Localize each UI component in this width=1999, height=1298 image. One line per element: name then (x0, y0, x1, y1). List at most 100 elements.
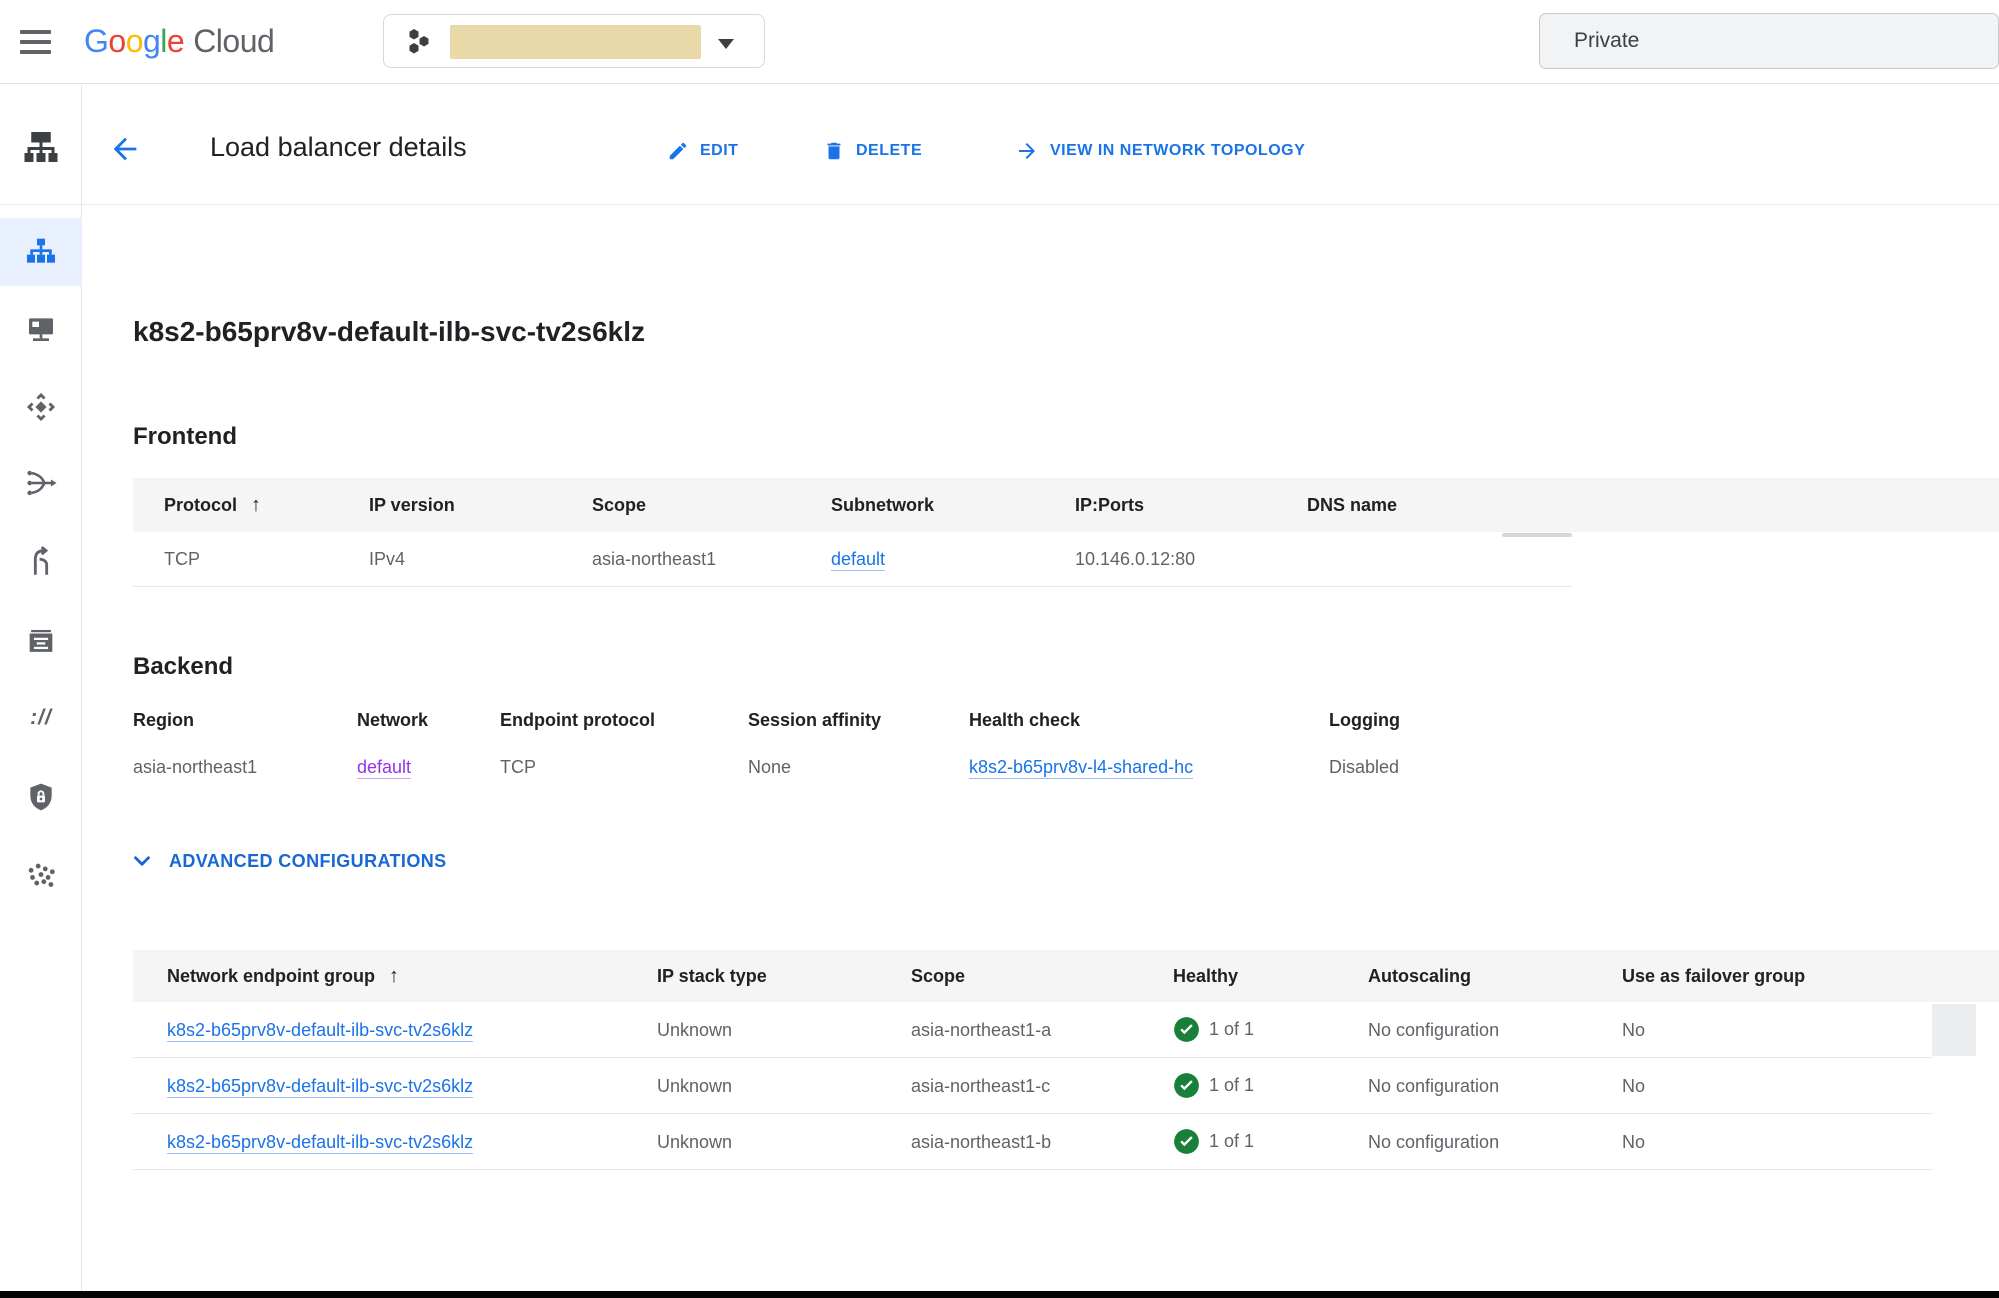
column-subnetwork[interactable]: Subnetwork (831, 478, 934, 532)
network-link-text[interactable]: default (357, 757, 411, 779)
load-balancing-icon[interactable] (0, 234, 82, 270)
page-toolbar: Load balancer details EDIT DELETE VIEW I… (83, 85, 1999, 204)
neg-table-row: k8s2-b65prv8v-default-ilb-svc-tv2s6klz U… (133, 1002, 1933, 1058)
backend-session-affinity-value: None (748, 757, 791, 778)
edit-button[interactable]: EDIT (667, 137, 738, 165)
column-ip-stack-type[interactable]: IP stack type (657, 950, 767, 1002)
cloud-domains-icon[interactable]: :// (0, 700, 82, 736)
menu-icon[interactable] (20, 30, 52, 54)
backend-logging-label: Logging (1329, 710, 1400, 731)
column-healthy[interactable]: Healthy (1173, 950, 1238, 1002)
delete-button[interactable]: DELETE (823, 137, 922, 165)
column-autoscaling[interactable]: Autoscaling (1368, 950, 1471, 1002)
neg-ip-stack: Unknown (657, 1114, 732, 1170)
frontend-subnetwork-link[interactable]: default (831, 532, 885, 587)
neg-failover: No (1622, 1058, 1645, 1114)
logo-cloud-text: Cloud (193, 23, 274, 59)
private-label: Private (1574, 14, 1639, 68)
resource-name: k8s2-b65prv8v-default-ilb-svc-tv2s6klz (133, 316, 645, 348)
column-failover[interactable]: Use as failover group (1622, 950, 1805, 1002)
neg-table-row: k8s2-b65prv8v-default-ilb-svc-tv2s6klz U… (133, 1114, 1933, 1170)
neg-link-text[interactable]: k8s2-b65prv8v-default-ilb-svc-tv2s6klz (167, 1076, 473, 1098)
trash-icon (823, 140, 845, 162)
cloud-cdn-icon[interactable] (0, 389, 82, 425)
healthy-check-icon (1173, 1128, 1200, 1155)
cloud-dns-icon[interactable] (0, 311, 82, 347)
healthy-count: 1 of 1 (1209, 1131, 1254, 1152)
frontend-table-header: Protocol↑ IP version Scope Subnetwork IP… (133, 478, 1999, 532)
sort-ascending-icon: ↑ (389, 965, 399, 987)
gcp-console-window: GoogleCloud Private (0, 0, 1999, 1298)
service-directory-icon[interactable] (0, 624, 82, 660)
network-services-product-icon (0, 129, 82, 165)
neg-healthy: 1 of 1 (1173, 1114, 1254, 1169)
backend-logging-value: Disabled (1329, 757, 1399, 778)
view-topology-label: VIEW IN NETWORK TOPOLOGY (1050, 142, 1305, 160)
back-arrow-icon[interactable] (108, 132, 142, 166)
neg-name-link[interactable]: k8s2-b65prv8v-default-ilb-svc-tv2s6klz (167, 1114, 473, 1170)
backend-region-value: asia-northeast1 (133, 757, 257, 778)
health-check-link-text[interactable]: k8s2-b65prv8v-l4-shared-hc (969, 757, 1193, 779)
healthy-count: 1 of 1 (1209, 1019, 1254, 1040)
neg-autoscaling: No configuration (1368, 1002, 1499, 1058)
neg-healthy: 1 of 1 (1173, 1058, 1254, 1113)
advanced-configurations-label: ADVANCED CONFIGURATIONS (169, 851, 447, 872)
view-in-network-topology-button[interactable]: VIEW IN NETWORK TOPOLOGY (1015, 137, 1305, 165)
delete-label: DELETE (856, 142, 922, 160)
column-neg-scope[interactable]: Scope (911, 950, 965, 1002)
subnetwork-link-text[interactable]: default (831, 549, 885, 571)
dropdown-caret-icon (718, 39, 734, 49)
column-network-endpoint-group[interactable]: Network endpoint group↑ (167, 950, 399, 1002)
backend-session-affinity-label: Session affinity (748, 710, 881, 731)
project-hexagons-icon (405, 27, 435, 57)
window-bottom-edge (0, 1291, 1999, 1298)
frontend-table-row: TCP IPv4 asia-northeast1 default 10.146.… (133, 532, 1572, 587)
neg-link-text[interactable]: k8s2-b65prv8v-default-ilb-svc-tv2s6klz (167, 1020, 473, 1042)
traffic-director-icon[interactable] (0, 544, 82, 580)
horizontal-scrollbar-thumb[interactable] (1502, 533, 1572, 537)
backend-health-check-label: Health check (969, 710, 1080, 731)
logo-letter: o (108, 23, 125, 59)
column-scope[interactable]: Scope (592, 478, 646, 532)
neg-ip-stack: Unknown (657, 1058, 732, 1114)
service-mesh-icon[interactable] (0, 858, 82, 894)
frontend-ip-ports: 10.146.0.12:80 (1075, 532, 1195, 587)
frontend-ip-version: IPv4 (369, 532, 405, 587)
backend-endpoint-protocol-value: TCP (500, 757, 536, 778)
neg-healthy: 1 of 1 (1173, 1002, 1254, 1057)
backend-region-label: Region (133, 710, 194, 731)
healthy-count: 1 of 1 (1209, 1075, 1254, 1096)
logo-letter: G (84, 23, 108, 59)
column-ip-ports[interactable]: IP:Ports (1075, 478, 1144, 532)
project-selector[interactable] (383, 14, 765, 68)
page-title: Load balancer details (210, 132, 467, 163)
menu-bar (20, 40, 51, 44)
backend-network-link[interactable]: default (357, 757, 411, 778)
healthy-check-icon (1173, 1016, 1200, 1043)
neg-table-header: Network endpoint group↑ IP stack type Sc… (133, 950, 1999, 1002)
neg-link-text[interactable]: k8s2-b65prv8v-default-ilb-svc-tv2s6klz (167, 1132, 473, 1154)
load-balancer-details-panel: k8s2-b65prv8v-default-ilb-svc-tv2s6klz F… (83, 205, 1999, 1291)
menu-bar (20, 30, 51, 34)
backend-health-check-link[interactable]: k8s2-b65prv8v-l4-shared-hc (969, 757, 1193, 778)
chevron-down-icon (129, 848, 155, 874)
cloud-nat-icon[interactable] (0, 465, 82, 501)
logo-letter: e (167, 23, 184, 59)
neg-table-row: k8s2-b65prv8v-default-ilb-svc-tv2s6klz U… (133, 1058, 1933, 1114)
private-service-connect-icon[interactable] (0, 779, 82, 815)
arrow-right-icon (1015, 139, 1039, 163)
vertical-scrollbar-thumb[interactable] (1932, 1004, 1976, 1056)
top-bar: GoogleCloud Private (0, 0, 1999, 84)
pencil-icon (667, 140, 689, 162)
column-dns-name[interactable]: DNS name (1307, 478, 1397, 532)
edit-label: EDIT (700, 142, 738, 160)
neg-ip-stack: Unknown (657, 1002, 732, 1058)
frontend-scope: asia-northeast1 (592, 532, 716, 587)
neg-name-link[interactable]: k8s2-b65prv8v-default-ilb-svc-tv2s6klz (167, 1058, 473, 1114)
neg-name-link[interactable]: k8s2-b65prv8v-default-ilb-svc-tv2s6klz (167, 1002, 473, 1058)
healthy-check-icon (1173, 1072, 1200, 1099)
column-ip-version[interactable]: IP version (369, 478, 455, 532)
column-protocol[interactable]: Protocol↑ (164, 478, 261, 532)
advanced-configurations-toggle[interactable]: ADVANCED CONFIGURATIONS (129, 848, 447, 874)
sidebar: :// (0, 85, 82, 1291)
